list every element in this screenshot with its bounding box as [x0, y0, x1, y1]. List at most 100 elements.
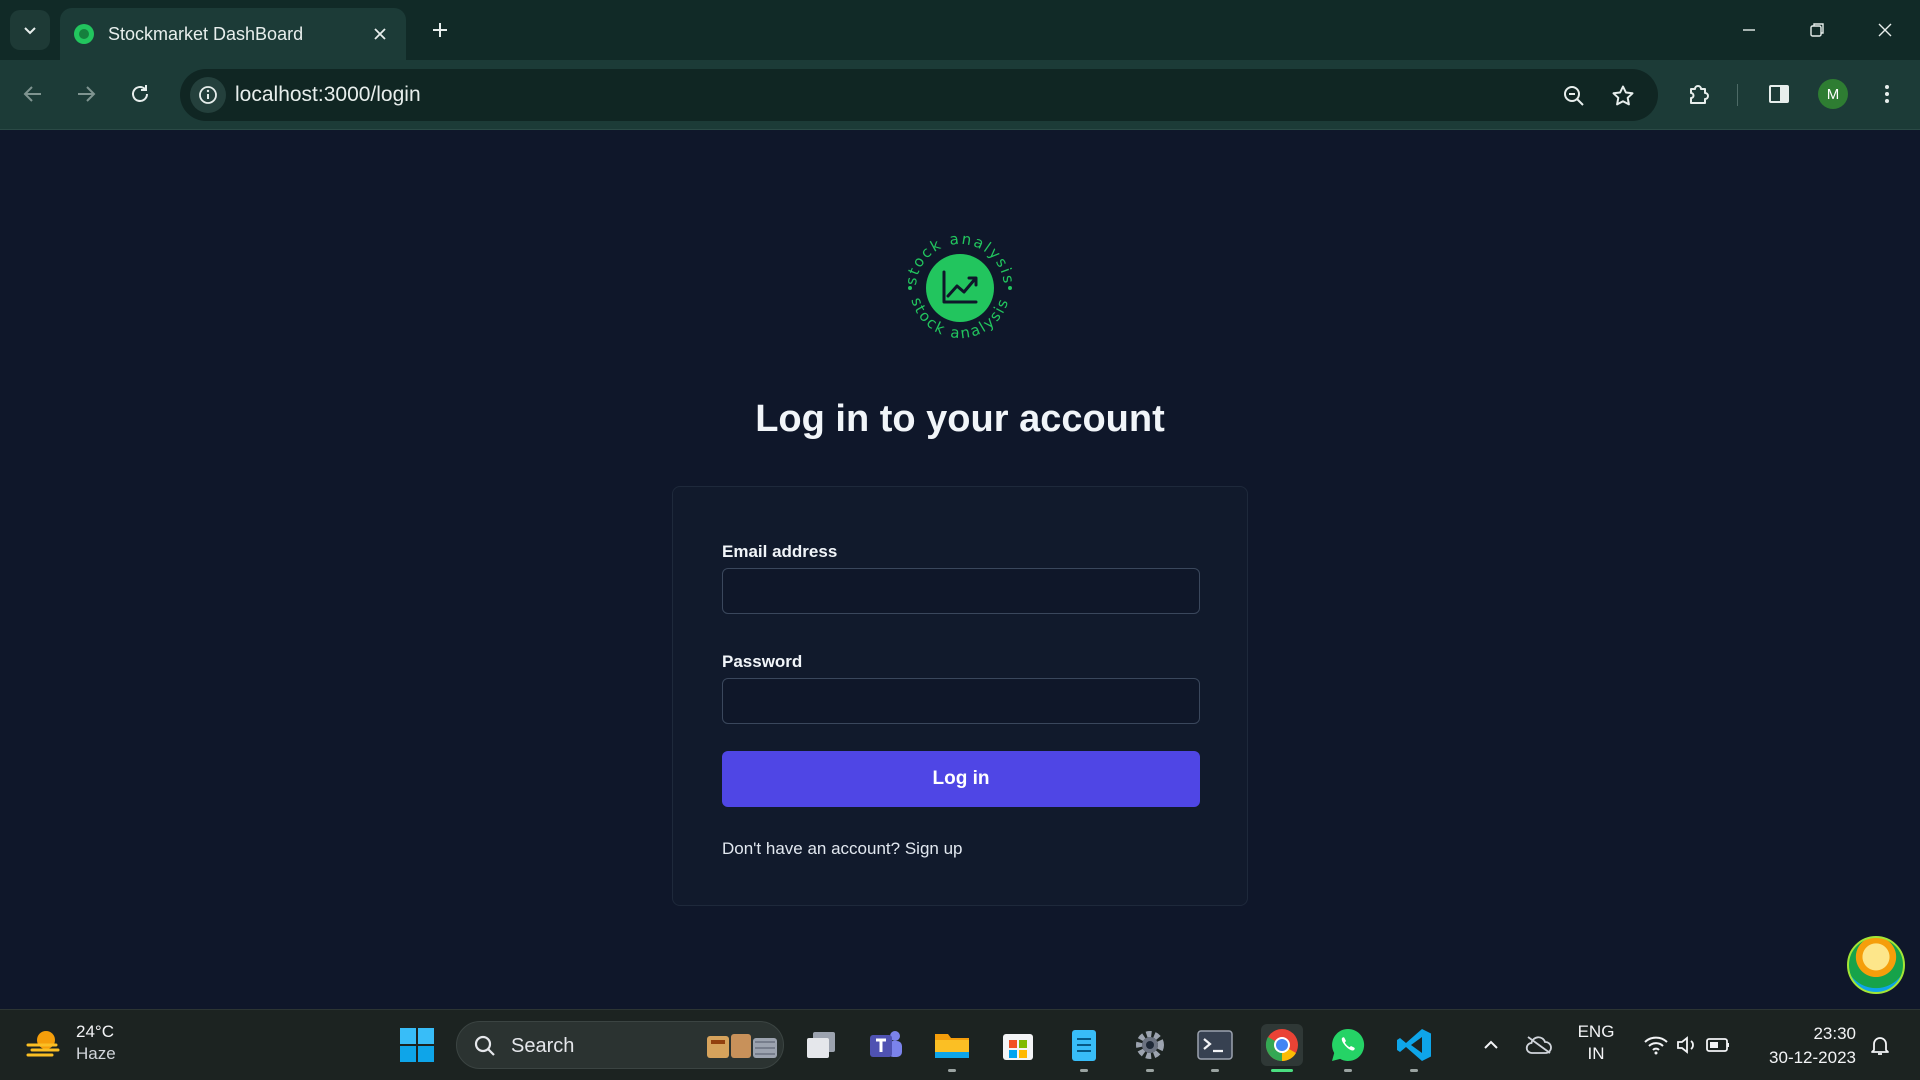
- stock-analysis-logo: stock analysis stock analysis: [902, 230, 1016, 343]
- browser-menu-button[interactable]: [1871, 78, 1903, 110]
- site-info-button[interactable]: [190, 77, 226, 113]
- login-button[interactable]: Log in: [722, 751, 1200, 807]
- tab-search-button[interactable]: [10, 10, 50, 50]
- forward-button[interactable]: [68, 76, 104, 112]
- password-field[interactable]: [722, 678, 1200, 724]
- signup-link[interactable]: Sign up: [905, 839, 963, 858]
- running-indicator: [1080, 1069, 1088, 1072]
- teams-app[interactable]: [865, 1024, 907, 1066]
- bell-icon: [1871, 1037, 1889, 1055]
- folder-icon: [935, 1034, 969, 1058]
- chevron-down-icon: [24, 27, 36, 35]
- zoom-button[interactable]: [1559, 81, 1589, 111]
- chrome-app[interactable]: [1261, 1024, 1303, 1072]
- chrome-icon: [1265, 1029, 1298, 1062]
- quick-settings-button[interactable]: [1632, 1024, 1742, 1066]
- weather-widget[interactable]: 24°C Haze: [24, 1022, 116, 1064]
- vscode-app[interactable]: [1393, 1024, 1435, 1072]
- running-indicator: [1146, 1069, 1154, 1072]
- windows-icon: [400, 1028, 434, 1062]
- url-text[interactable]: localhost:3000/login: [235, 83, 421, 107]
- login-form: Email address Password Log in Don't have…: [672, 486, 1248, 906]
- search-placeholder: Search: [511, 1035, 575, 1057]
- password-label: Password: [722, 652, 803, 671]
- running-indicator: [948, 1069, 956, 1072]
- battery-icon: [1706, 1038, 1729, 1052]
- task-view-icon: [807, 1032, 835, 1058]
- onedrive-button[interactable]: [1518, 1024, 1560, 1066]
- whatsapp-app[interactable]: [1327, 1024, 1369, 1072]
- minimize-button[interactable]: [1722, 8, 1776, 52]
- volume-icon: [1677, 1036, 1694, 1054]
- store-icon: [1003, 1034, 1033, 1060]
- side-panel-button[interactable]: [1763, 78, 1795, 110]
- profile-avatar[interactable]: M: [1818, 79, 1848, 109]
- time-text: 23:30: [1813, 1024, 1856, 1043]
- reload-icon: [132, 85, 148, 102]
- favicon-icon: [74, 24, 94, 44]
- side-panel-icon: [1769, 85, 1789, 103]
- address-bar[interactable]: localhost:3000/login: [180, 69, 1658, 121]
- wifi-icon: [1644, 1036, 1668, 1055]
- file-explorer-app[interactable]: [931, 1024, 973, 1072]
- browser-toolbar: localhost:3000/login M: [0, 60, 1920, 130]
- extensions-button[interactable]: [1683, 78, 1715, 110]
- more-vertical-icon: [1885, 85, 1889, 103]
- login-page: stock analysis stock analysis Log in to …: [0, 131, 1920, 1009]
- language-text: ENG: [1577, 1022, 1615, 1041]
- email-field[interactable]: [722, 568, 1200, 614]
- clock[interactable]: 23:30 30-12-2023: [1769, 1022, 1856, 1070]
- close-window-button[interactable]: [1858, 8, 1912, 52]
- taskbar-search[interactable]: Search: [456, 1021, 784, 1069]
- back-button[interactable]: [15, 76, 51, 112]
- floating-assistant-avatar[interactable]: [1847, 936, 1905, 994]
- start-button[interactable]: [396, 1024, 438, 1066]
- restore-button[interactable]: [1790, 8, 1844, 52]
- running-indicator: [1410, 1069, 1418, 1072]
- notepad-app[interactable]: [1063, 1024, 1105, 1072]
- search-icon: [474, 1035, 495, 1056]
- language-indicator[interactable]: ENG IN: [1574, 1022, 1618, 1064]
- terminal-icon: [1197, 1030, 1233, 1060]
- weather-desc: Haze: [76, 1044, 116, 1063]
- notepad-icon: [1072, 1030, 1096, 1061]
- running-indicator: [1344, 1069, 1352, 1072]
- microsoft-store-app[interactable]: [997, 1024, 1039, 1066]
- reload-button[interactable]: [122, 76, 158, 112]
- running-indicator: [1211, 1069, 1219, 1072]
- active-indicator: [1271, 1069, 1293, 1072]
- vscode-icon: [1397, 1029, 1431, 1061]
- whatsapp-icon: [1332, 1028, 1365, 1061]
- puzzle-icon: [1690, 85, 1709, 104]
- signup-prompt-text: Don't have an account?: [722, 839, 901, 858]
- browser-titlebar: Stockmarket DashBoard: [0, 0, 1920, 60]
- star-icon: [1612, 85, 1634, 106]
- browser-tab[interactable]: Stockmarket DashBoard: [60, 8, 406, 60]
- show-hidden-icons-button[interactable]: [1470, 1024, 1512, 1066]
- page-title: Log in to your account: [755, 398, 1165, 440]
- close-icon: [374, 28, 386, 40]
- minimize-icon: [1743, 29, 1755, 31]
- search-highlight-icon: [707, 1034, 777, 1058]
- settings-app[interactable]: [1129, 1024, 1171, 1072]
- new-tab-button[interactable]: [424, 14, 456, 46]
- cloud-offline-icon: [1525, 1036, 1552, 1054]
- terminal-app[interactable]: [1194, 1024, 1236, 1072]
- notifications-button[interactable]: [1858, 1024, 1902, 1066]
- signup-prompt: Don't have an account? Sign up: [722, 839, 963, 859]
- email-label: Email address: [722, 542, 838, 561]
- date-text: 30-12-2023: [1769, 1048, 1856, 1067]
- arrow-left-icon: [23, 86, 41, 102]
- restore-icon: [1810, 23, 1824, 37]
- close-icon: [1878, 23, 1892, 37]
- arrow-right-icon: [78, 86, 96, 102]
- weather-temp: 24°C: [76, 1022, 114, 1041]
- zoom-out-icon: [1564, 86, 1584, 106]
- haze-icon: [26, 1031, 60, 1057]
- task-view-button[interactable]: [800, 1024, 842, 1066]
- chevron-up-icon: [1484, 1040, 1498, 1049]
- bookmark-button[interactable]: [1608, 81, 1638, 111]
- toolbar-divider: [1737, 84, 1738, 106]
- plus-icon: [433, 23, 447, 37]
- tab-close-button[interactable]: [368, 22, 392, 46]
